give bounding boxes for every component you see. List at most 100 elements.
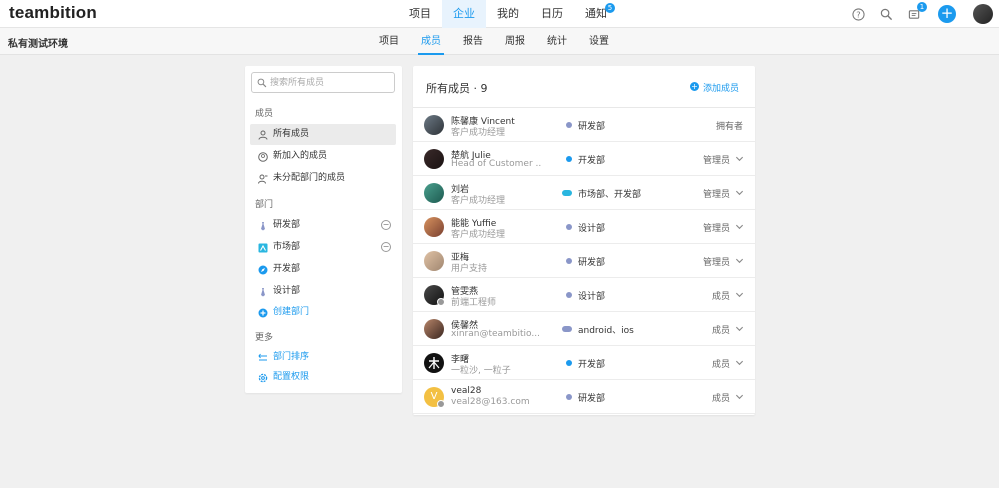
member-department[interactable]: 开发部 <box>564 153 605 166</box>
member-department[interactable]: 开发部 <box>564 357 605 370</box>
member-role[interactable]: 管理员 <box>703 255 730 268</box>
top-tab-calendar[interactable]: 日历 <box>530 0 574 28</box>
department-dot-icon <box>566 122 572 128</box>
subtab-reports[interactable]: 报告 <box>454 28 492 55</box>
member-search-input[interactable] <box>270 75 390 90</box>
member-row[interactable]: 刘岩 客户成功经理 市场部、开发部 管理员 <box>413 176 755 210</box>
member-department-label: 研发部 <box>578 258 606 268</box>
member-row[interactable]: 管雯燕 前端工程师 设计部 成员 <box>413 278 755 312</box>
chevron-down-icon[interactable] <box>735 220 744 230</box>
chevron-down-icon[interactable] <box>735 152 744 162</box>
member-status-icon <box>437 298 445 306</box>
member-avatar[interactable] <box>424 217 444 237</box>
member-role[interactable]: 管理员 <box>703 187 730 200</box>
member-department-label: 市场部、开发部 <box>578 190 642 200</box>
member-department[interactable]: 研发部 <box>564 119 605 132</box>
member-row[interactable]: 侯馨然 xinran@teambitio... android、ios 成员 <box>413 312 755 346</box>
sidebar-item-label: 研发部 <box>273 220 301 230</box>
top-navbar: teambition 项目 企业 我的 日历 通知 5 ? 1 + <box>0 0 999 28</box>
member-title: veal28@163.com <box>451 397 530 407</box>
top-tab-notifications[interactable]: 通知 5 <box>574 0 618 28</box>
chevron-down-icon[interactable] <box>735 288 744 298</box>
member-title: 一粒沙, 一粒子 <box>451 366 511 376</box>
member-department[interactable]: 研发部 <box>564 255 605 268</box>
member-role[interactable]: 成员 <box>712 391 730 404</box>
department-dot-icon <box>562 190 572 196</box>
org-subnav: 项目 成员 报告 周报 统计 设置 <box>368 28 620 55</box>
top-tab-label: 日历 <box>541 7 563 20</box>
member-avatar[interactable] <box>424 115 444 135</box>
department-sort-link[interactable]: 部门排序 <box>250 347 396 368</box>
member-search-box[interactable] <box>251 72 395 93</box>
member-department[interactable]: 市场部、开发部 <box>562 187 642 200</box>
subtab-members[interactable]: 成员 <box>412 28 450 55</box>
member-row[interactable]: 亚梅 用户支持 研发部 管理员 <box>413 244 755 278</box>
subtab-settings[interactable]: 设置 <box>580 28 618 55</box>
chevron-down-icon[interactable] <box>735 390 744 400</box>
sidebar-dept-marketing[interactable]: 市场部 − <box>250 237 396 258</box>
member-role[interactable]: 管理员 <box>703 221 730 234</box>
sidebar-dept-rd[interactable]: 研发部 − <box>250 215 396 236</box>
smiley-person-icon <box>257 151 268 162</box>
department-dot-icon <box>566 394 572 400</box>
member-department[interactable]: android、ios <box>562 323 634 336</box>
chevron-down-icon[interactable] <box>735 322 744 332</box>
member-title: 用户支持 <box>451 264 488 274</box>
sidebar-item-label: 配置权限 <box>273 372 310 382</box>
tie-icon <box>257 220 268 231</box>
top-tab-mine[interactable]: 我的 <box>486 0 530 28</box>
collapse-icon[interactable]: − <box>381 220 391 230</box>
member-row[interactable]: 楚航 Julie Head of Customer ... 开发部 管理员 <box>413 142 755 176</box>
help-icon[interactable]: ? <box>849 5 867 23</box>
member-role[interactable]: 成员 <box>712 289 730 302</box>
member-department[interactable]: 研发部 <box>564 391 605 404</box>
chevron-down-icon[interactable] <box>735 356 744 366</box>
member-role[interactable]: 管理员 <box>703 153 730 166</box>
sidebar-item-all-members[interactable]: 所有成员 <box>250 124 396 145</box>
department-dot-icon <box>566 258 572 264</box>
chevron-down-icon[interactable] <box>735 186 744 196</box>
member-row[interactable]: 陈馨康 Vincent 客户成功经理 研发部 拥有者 <box>413 108 755 142</box>
member-department[interactable]: 设计部 <box>564 221 605 234</box>
subtab-statistics[interactable]: 统计 <box>538 28 576 55</box>
member-title: 前端工程师 <box>451 298 497 308</box>
create-department-link[interactable]: 创建部门 <box>250 302 396 323</box>
search-icon[interactable] <box>877 5 895 23</box>
sidebar-item-new-members[interactable]: 新加入的成员 <box>250 146 396 167</box>
member-role[interactable]: 成员 <box>712 357 730 370</box>
member-department[interactable]: 设计部 <box>564 289 605 302</box>
department-dot-icon <box>566 360 572 366</box>
subtab-weekly[interactable]: 周报 <box>496 28 534 55</box>
person-icon <box>257 129 268 140</box>
collapse-icon[interactable]: − <box>381 242 391 252</box>
member-avatar[interactable] <box>424 353 444 373</box>
member-row[interactable]: 李曙 一粒沙, 一粒子 开发部 成员 <box>413 346 755 380</box>
member-avatar[interactable] <box>424 183 444 203</box>
top-tab-projects[interactable]: 项目 <box>398 0 442 28</box>
app-logo[interactable]: teambition <box>9 3 97 23</box>
member-row[interactable]: Vveal28 veal28@163.com 研发部 成员 <box>413 380 755 414</box>
tie-icon <box>257 286 268 297</box>
configure-permissions-link[interactable]: 配置权限 <box>250 367 396 388</box>
member-row[interactable]: 能能 Yuffie 客户成功经理 设计部 管理员 <box>413 210 755 244</box>
top-tab-enterprise[interactable]: 企业 <box>442 0 486 28</box>
top-tab-label: 项目 <box>409 7 431 20</box>
member-role[interactable]: 成员 <box>712 323 730 336</box>
org-name[interactable]: 私有测试环境 <box>8 35 68 50</box>
sidebar-item-unassigned-members[interactable]: 未分配部门的成员 <box>250 168 396 189</box>
add-member-button[interactable]: + 添加成员 <box>689 81 739 94</box>
member-avatar[interactable] <box>424 251 444 271</box>
member-title: Head of Customer ... <box>451 159 541 169</box>
member-title: xinran@teambitio... <box>451 329 540 339</box>
inbox-icon[interactable]: 1 <box>905 2 927 23</box>
member-avatar[interactable] <box>424 149 444 169</box>
subtab-projects[interactable]: 项目 <box>370 28 408 55</box>
sidebar-dept-design[interactable]: 设计部 <box>250 281 396 302</box>
sidebar-dept-dev[interactable]: 开发部 <box>250 259 396 280</box>
user-avatar[interactable] <box>973 4 993 24</box>
chevron-down-icon[interactable] <box>735 254 744 264</box>
svg-text:?: ? <box>856 9 860 19</box>
create-plus-button[interactable]: + <box>938 5 956 23</box>
member-avatar[interactable] <box>424 319 444 339</box>
sidebar-item-label: 设计部 <box>273 286 301 296</box>
